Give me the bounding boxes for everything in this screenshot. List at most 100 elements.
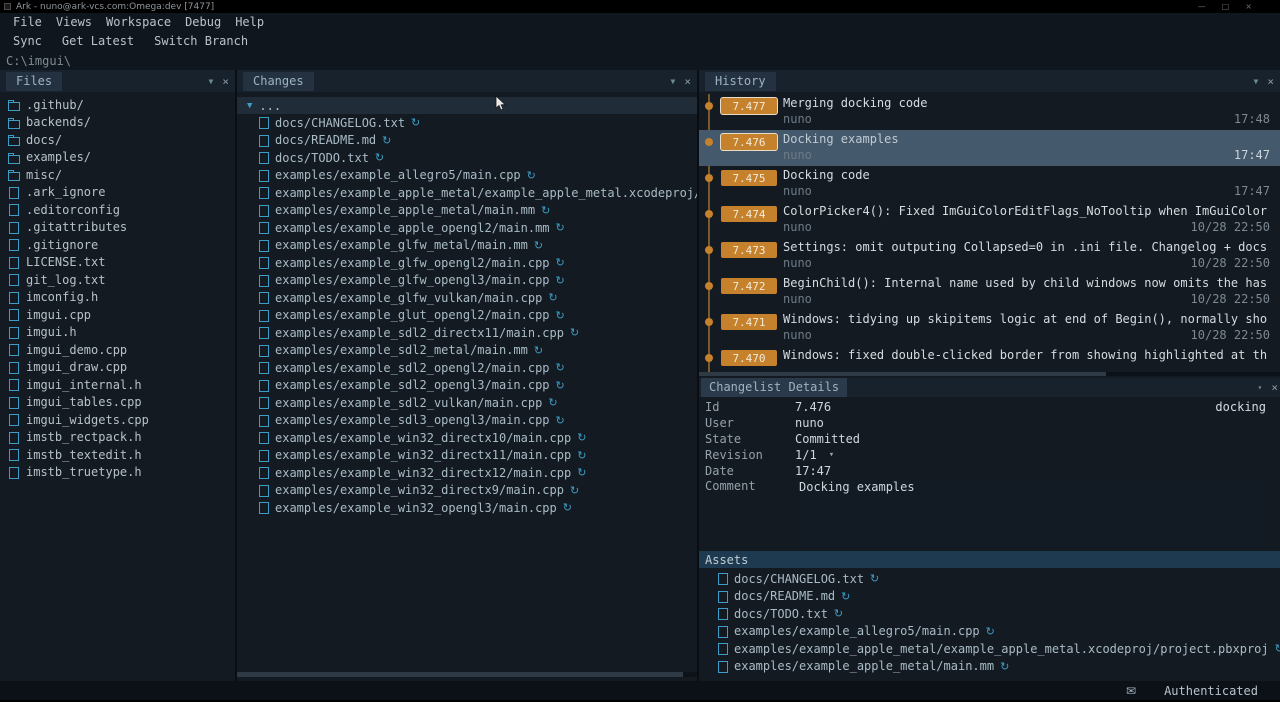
tree-item[interactable]: imgui_internal.h bbox=[0, 376, 235, 394]
history-row[interactable]: 7.470 Windows: fixed double-clicked bord… bbox=[699, 346, 1280, 372]
toolbar-button[interactable]: Switch Branch bbox=[147, 34, 255, 48]
tree-item[interactable]: .gitattributes bbox=[0, 219, 235, 237]
tree-item[interactable]: LICENSE.txt bbox=[0, 254, 235, 272]
changes-item[interactable]: examples/example_glfw_opengl3/main.cpp ↻ bbox=[237, 272, 697, 290]
tree-item[interactable]: imgui_tables.cpp bbox=[0, 394, 235, 412]
panel-title-history[interactable]: History bbox=[705, 72, 776, 91]
menu-item[interactable]: Views bbox=[49, 15, 99, 29]
changes-item[interactable]: examples/example_sdl3_opengl3/main.cpp ↻ bbox=[237, 412, 697, 430]
menu-item[interactable]: File bbox=[6, 15, 49, 29]
history-row[interactable]: 7.474 ColorPicker4(): Fixed ImGuiColorEd… bbox=[699, 202, 1280, 238]
asset-item[interactable]: docs/CHANGELOG.txt ↻ bbox=[699, 570, 1280, 588]
history-row[interactable]: 7.473 Settings: omit outputing Collapsed… bbox=[699, 238, 1280, 274]
tree-item[interactable]: imstb_truetype.h bbox=[0, 464, 235, 482]
changes-item[interactable]: examples/example_apple_metal/example_app… bbox=[237, 184, 697, 202]
history-row[interactable]: 7.472 BeginChild(): Internal name used b… bbox=[699, 274, 1280, 310]
tree-item[interactable]: imgui_draw.cpp bbox=[0, 359, 235, 377]
toolbar-button[interactable]: Sync bbox=[6, 34, 49, 48]
maximize-button[interactable]: □ bbox=[1222, 2, 1230, 11]
changes-item[interactable]: examples/example_win32_directx10/main.cp… bbox=[237, 429, 697, 447]
history-row[interactable]: 7.476 Docking examples nuno 17:47 bbox=[699, 130, 1280, 166]
asset-item[interactable]: examples/example_allegro5/main.cpp ↻ bbox=[699, 623, 1280, 641]
asset-item[interactable]: docs/README.md ↻ bbox=[699, 588, 1280, 606]
asset-item[interactable]: docs/TODO.txt ↻ bbox=[699, 605, 1280, 623]
changes-item[interactable]: examples/example_glfw_opengl2/main.cpp ↻ bbox=[237, 254, 697, 272]
close-icon[interactable]: × bbox=[1267, 75, 1274, 88]
panel-title-changelist-details[interactable]: Changelist Details bbox=[701, 378, 847, 397]
tree-item[interactable]: .gitignore bbox=[0, 236, 235, 254]
filter-icon[interactable]: ▼ bbox=[209, 77, 214, 86]
close-icon[interactable]: × bbox=[684, 75, 691, 88]
tree-item[interactable]: .editorconfig bbox=[0, 201, 235, 219]
history-row[interactable]: 7.471 Windows: tidying up skipitems logi… bbox=[699, 310, 1280, 346]
changes-item[interactable]: examples/example_glfw_metal/main.mm ↻ bbox=[237, 237, 697, 255]
changes-item[interactable]: examples/example_win32_directx9/main.cpp… bbox=[237, 482, 697, 500]
tree-item[interactable]: git_log.txt bbox=[0, 271, 235, 289]
modified-icon: ↻ bbox=[548, 291, 557, 304]
files-panel: Files ▼ × .github/ bbox=[0, 70, 235, 681]
tree-item[interactable]: examples/ bbox=[0, 149, 235, 167]
history-row[interactable]: 7.477 Merging docking code nuno 17:48 bbox=[699, 94, 1280, 130]
tree-item[interactable]: misc/ bbox=[0, 166, 235, 184]
asset-file-path: examples/example_apple_metal/main.mm bbox=[734, 659, 994, 673]
tree-item[interactable]: imconfig.h bbox=[0, 289, 235, 307]
tree-item[interactable]: imgui.h bbox=[0, 324, 235, 342]
scrollbar-thumb[interactable] bbox=[237, 672, 683, 677]
changes-item[interactable]: examples/example_sdl2_vulkan/main.cpp ↻ bbox=[237, 394, 697, 412]
filter-icon[interactable]: ▼ bbox=[671, 77, 676, 86]
scrollbar-thumb[interactable] bbox=[699, 372, 1106, 376]
modified-icon: ↻ bbox=[534, 344, 543, 357]
commit-time: 10/28 22:50 bbox=[1191, 292, 1270, 306]
status-text: Authenticated bbox=[1164, 684, 1258, 698]
changes-item[interactable]: examples/example_sdl2_opengl3/main.cpp ↻ bbox=[237, 377, 697, 395]
tree-item[interactable]: .ark_ignore bbox=[0, 184, 235, 202]
tree-item[interactable]: imgui_demo.cpp bbox=[0, 341, 235, 359]
history-row[interactable]: 7.475 Docking code nuno 17:47 bbox=[699, 166, 1280, 202]
changes-item[interactable]: docs/README.md ↻ bbox=[237, 132, 697, 150]
tree-item[interactable]: .github/ bbox=[0, 96, 235, 114]
changes-item[interactable]: examples/example_win32_directx12/main.cp… bbox=[237, 464, 697, 482]
toolbar-button[interactable]: Get Latest bbox=[55, 34, 141, 48]
tree-item[interactable]: imstb_textedit.h bbox=[0, 446, 235, 464]
file-icon bbox=[258, 291, 269, 304]
changes-root-row[interactable]: ▼ ... bbox=[237, 97, 697, 114]
changes-item[interactable]: examples/example_win32_opengl3/main.cpp … bbox=[237, 499, 697, 517]
tree-item[interactable]: docs/ bbox=[0, 131, 235, 149]
tree-item[interactable]: imgui.cpp bbox=[0, 306, 235, 324]
menu-item[interactable]: Help bbox=[228, 15, 271, 29]
comment-field[interactable]: Docking examples bbox=[795, 479, 1268, 547]
expander-icon[interactable]: ▼ bbox=[247, 101, 252, 111]
filter-icon[interactable]: ▼ bbox=[1254, 77, 1259, 86]
filter-icon[interactable]: ▾ bbox=[1258, 383, 1263, 392]
tree-item[interactable]: backends/ bbox=[0, 114, 235, 132]
horizontal-scrollbar[interactable] bbox=[699, 372, 1280, 376]
menu-item[interactable]: Debug bbox=[178, 15, 228, 29]
changes-item[interactable]: examples/example_sdl2_metal/main.mm ↻ bbox=[237, 342, 697, 360]
changes-item[interactable]: examples/example_glut_opengl2/main.cpp ↻ bbox=[237, 307, 697, 325]
horizontal-scrollbar[interactable] bbox=[237, 672, 697, 677]
assets-header[interactable]: Assets bbox=[699, 551, 1280, 568]
tree-item[interactable]: imstb_rectpack.h bbox=[0, 429, 235, 447]
panel-title-changes[interactable]: Changes bbox=[243, 72, 314, 91]
changes-item[interactable]: examples/example_glfw_vulkan/main.cpp ↻ bbox=[237, 289, 697, 307]
changes-item[interactable]: examples/example_sdl2_opengl2/main.cpp ↻ bbox=[237, 359, 697, 377]
close-icon[interactable]: × bbox=[1271, 381, 1278, 394]
changes-item[interactable]: docs/TODO.txt ↻ bbox=[237, 149, 697, 167]
asset-item[interactable]: examples/example_apple_metal/example_app… bbox=[699, 640, 1280, 658]
close-button[interactable]: × bbox=[1245, 2, 1252, 11]
tree-item[interactable]: imgui_widgets.cpp bbox=[0, 411, 235, 429]
changes-item[interactable]: examples/example_win32_directx11/main.cp… bbox=[237, 447, 697, 465]
close-icon[interactable]: × bbox=[222, 75, 229, 88]
changes-item[interactable]: examples/example_apple_metal/main.mm ↻ bbox=[237, 202, 697, 220]
minimize-button[interactable]: — bbox=[1198, 2, 1206, 11]
menu-item[interactable]: Workspace bbox=[99, 15, 178, 29]
panel-title-files[interactable]: Files bbox=[6, 72, 62, 91]
changes-item[interactable]: examples/example_sdl2_directx11/main.cpp… bbox=[237, 324, 697, 342]
changes-item[interactable]: docs/CHANGELOG.txt ↻ bbox=[237, 114, 697, 132]
changes-item[interactable]: examples/example_apple_opengl2/main.mm ↻ bbox=[237, 219, 697, 237]
asset-item[interactable]: examples/example_apple_metal/main.mm ↻ bbox=[699, 658, 1280, 676]
changed-file-path: examples/example_glfw_opengl2/main.cpp bbox=[275, 256, 550, 270]
modified-icon: ↻ bbox=[541, 204, 550, 217]
revision-dropdown-icon[interactable]: ▾ bbox=[829, 450, 834, 460]
changes-item[interactable]: examples/example_allegro5/main.cpp ↻ bbox=[237, 167, 697, 185]
